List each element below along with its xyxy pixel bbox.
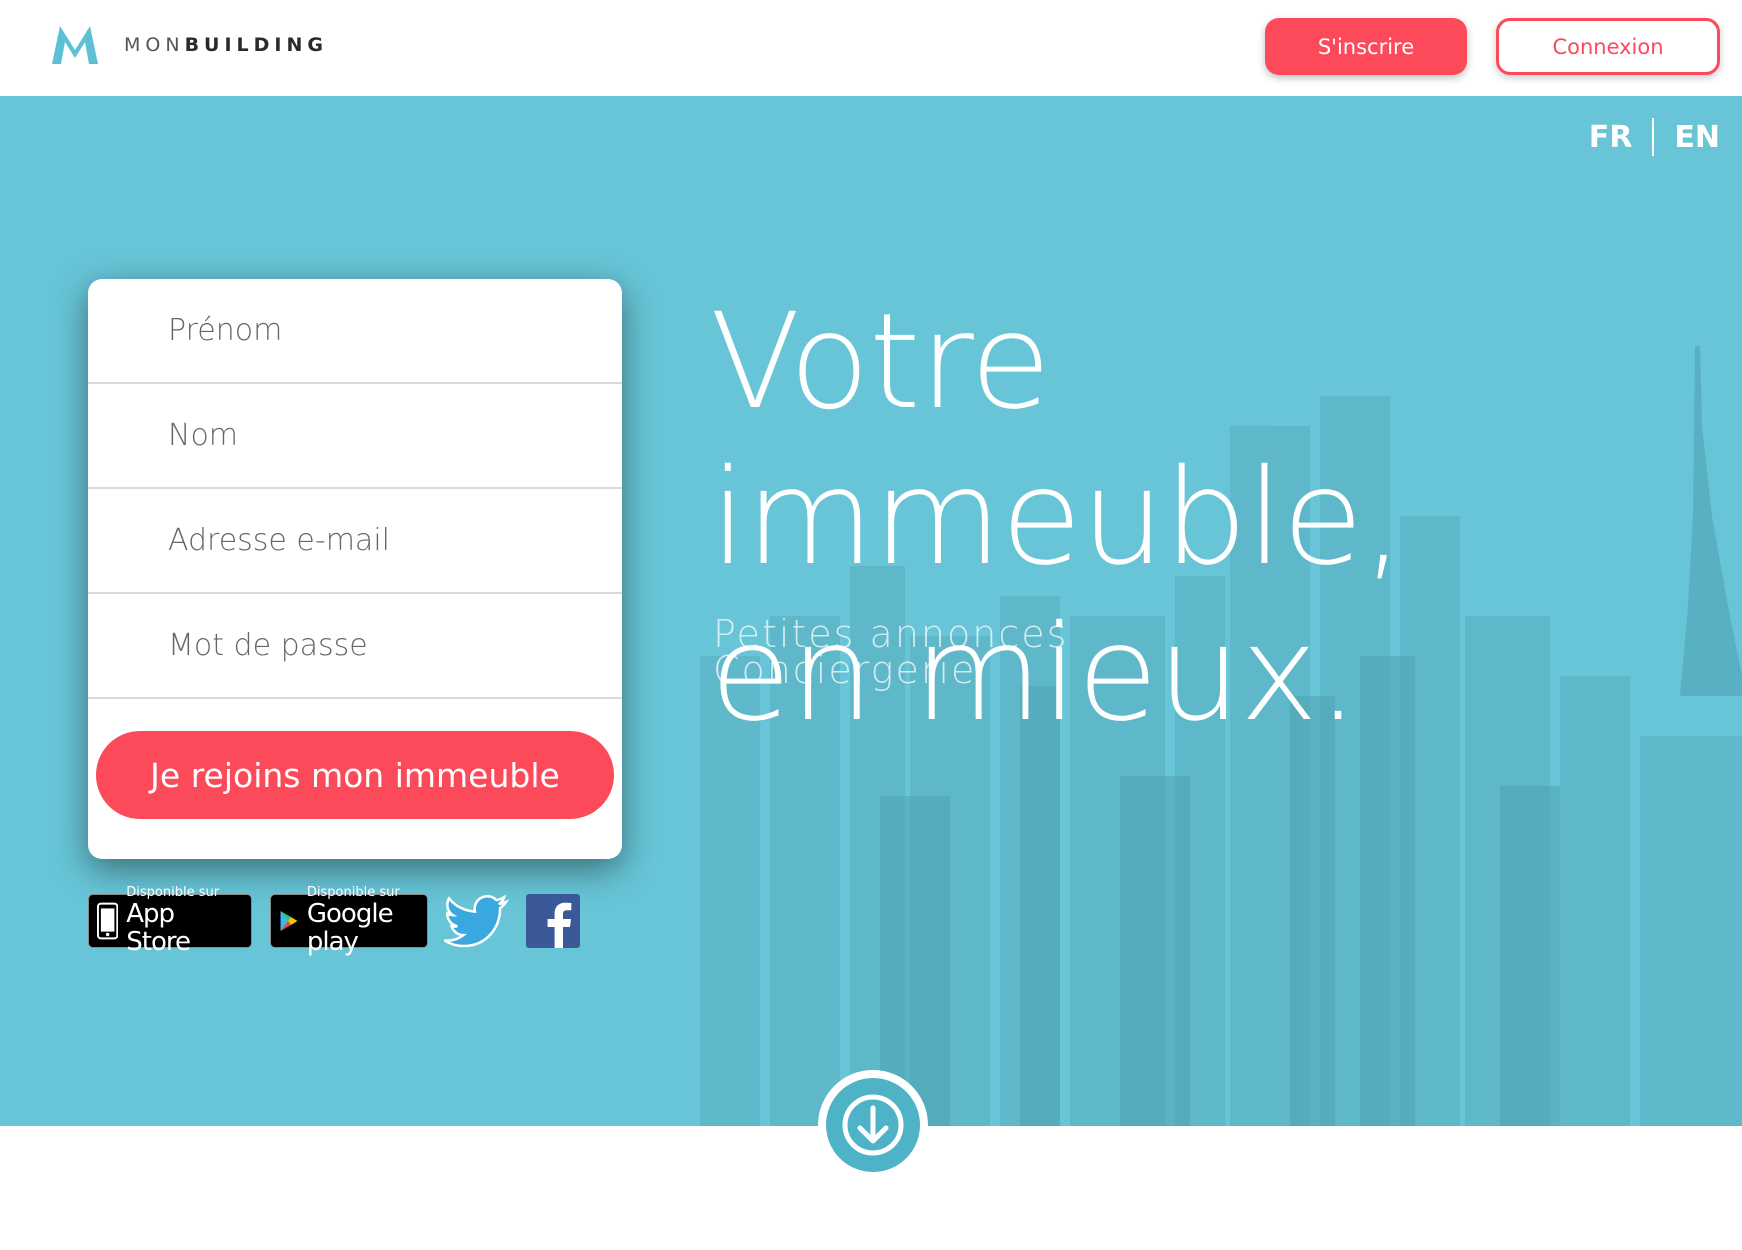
hero-section: FR EN Votre immeuble, en mieux. Petites …: [0, 96, 1742, 1126]
password-row: [88, 594, 622, 699]
twitter-icon[interactable]: [444, 894, 510, 948]
language-switcher: FR EN: [1589, 118, 1720, 156]
lang-fr-link[interactable]: FR: [1589, 120, 1633, 155]
appstore-big-text: App Store: [126, 899, 191, 957]
join-building-button[interactable]: Je rejoins mon immeuble: [96, 731, 614, 819]
headline-line-1: Votre immeuble,: [710, 285, 1404, 595]
googleplay-big-text: Google play: [306, 899, 394, 957]
googleplay-badge[interactable]: Disponible sur Google play: [270, 886, 428, 956]
arrow-down-icon: [842, 1094, 904, 1156]
google-play-icon: [280, 911, 298, 931]
hero-features: Petites annonces Conciergerie: [713, 612, 1069, 692]
signup-button[interactable]: S'inscrire: [1265, 18, 1467, 75]
googleplay-small-text: Disponible sur: [306, 885, 400, 900]
facebook-icon[interactable]: [526, 894, 580, 948]
scroll-down-circle: [826, 1078, 920, 1172]
brand-logo[interactable]: MONBUILDING: [50, 24, 328, 66]
brand-name-bold: BUILDING: [184, 34, 328, 56]
password-input[interactable]: [168, 628, 588, 663]
top-navbar: MONBUILDING S'inscrire Connexion: [0, 0, 1742, 96]
scroll-down-button[interactable]: [818, 1070, 928, 1180]
appstore-small-text: Disponible sur: [126, 885, 220, 900]
lang-separator: [1652, 118, 1655, 156]
login-button[interactable]: Connexion: [1496, 18, 1720, 75]
phone-icon: [97, 902, 119, 940]
signup-form-card: Je rejoins mon immeuble: [88, 279, 622, 859]
last-name-row: [88, 384, 622, 489]
first-name-row: [88, 279, 622, 384]
last-name-input[interactable]: [168, 418, 588, 453]
logo-m-icon: [52, 26, 98, 64]
brand-name-light: MON: [124, 34, 185, 56]
feature-item: Conciergerie: [713, 648, 977, 692]
appstore-badge[interactable]: Disponible sur App Store: [88, 886, 252, 956]
lang-en-link[interactable]: EN: [1674, 120, 1720, 155]
email-input[interactable]: [168, 523, 588, 558]
brand-name: MONBUILDING: [124, 34, 328, 56]
email-row: [88, 489, 622, 594]
first-name-input[interactable]: [168, 313, 588, 348]
app-badges-row: Disponible sur App Store Disponible sur …: [88, 886, 580, 956]
feature-item: Petites annonces: [713, 612, 1069, 656]
